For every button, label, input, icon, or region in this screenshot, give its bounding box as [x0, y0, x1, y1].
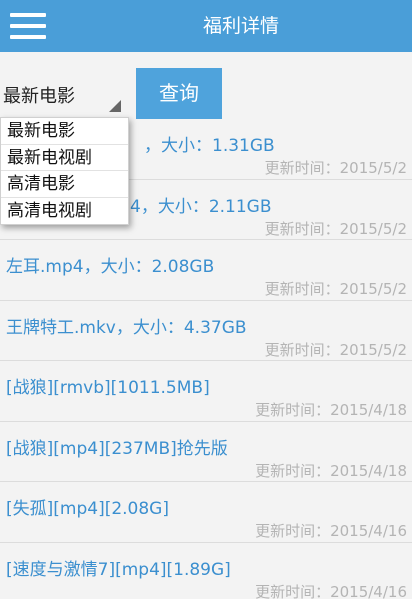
item-update-time: 更新时间：2015/4/18 — [255, 401, 407, 419]
item-title: [失孤][mp4][2.08G] — [6, 499, 169, 519]
list-item[interactable]: [失孤][mp4][2.08G] 更新时间：2015/4/16 — [0, 482, 412, 543]
item-update-time: 更新时间：2015/5/2 — [264, 340, 407, 359]
query-button[interactable]: 查询 — [136, 68, 222, 119]
page-title: 福利详情 — [202, 15, 279, 37]
item-update-time: 更新时间：2015/4/16 — [255, 582, 407, 599]
item-title: ，大小：1.31GB — [144, 136, 275, 156]
item-title: [战狼][rmvb][1011.5MB] — [6, 378, 210, 398]
item-update-time: 更新时间：2015/5/2 — [264, 280, 407, 298]
item-update-time: 更新时间：2015/4/16 — [255, 522, 407, 540]
category-dropdown-menu: 最新电影 最新电视剧 高清电影 高清电视剧 — [0, 117, 129, 225]
list-item[interactable]: 左耳.mp4，大小：2.08GB 更新时间：2015/5/2 — [0, 240, 412, 301]
item-title: [速度与激情7][mp4][1.89G] — [6, 559, 231, 580]
top-bar: 福利详情 — [0, 0, 412, 52]
list-item[interactable]: [速度与激情7][mp4][1.89G] 更新时间：2015/4/16 — [0, 543, 412, 599]
item-update-time: 更新时间：2015/5/2 — [264, 219, 407, 238]
dropdown-option-latest-movies[interactable]: 最新电影 — [1, 118, 128, 145]
list-item[interactable]: 王牌特工.mkv，大小：4.37GB 更新时间：2015/5/2 — [0, 301, 412, 361]
list-item[interactable]: [战狼][rmvb][1011.5MB] 更新时间：2015/4/18 — [0, 361, 412, 422]
dropdown-option-hd-movies[interactable]: 高清电影 — [1, 171, 128, 198]
item-update-time: 更新时间：2015/4/18 — [255, 461, 407, 480]
item-update-time: 更新时间：2015/5/2 — [264, 159, 407, 177]
item-title: 王牌特工.mkv，大小：4.37GB — [6, 317, 247, 338]
item-title: 4，大小：2.11GB — [130, 196, 272, 217]
list-item[interactable]: [战狼][mp4][237MB]抢先版 更新时间：2015/4/18 — [0, 422, 412, 482]
item-title: 左耳.mp4，大小：2.08GB — [6, 257, 215, 277]
dropdown-arrow-icon[interactable] — [109, 100, 121, 112]
dropdown-option-hd-tv[interactable]: 高清电视剧 — [1, 198, 128, 225]
dropdown-option-latest-tv[interactable]: 最新电视剧 — [1, 145, 128, 171]
item-title: [战狼][mp4][237MB]抢先版 — [6, 438, 228, 459]
category-select[interactable]: 最新电影 — [0, 76, 124, 116]
category-select-value: 最新电影 — [3, 86, 75, 107]
